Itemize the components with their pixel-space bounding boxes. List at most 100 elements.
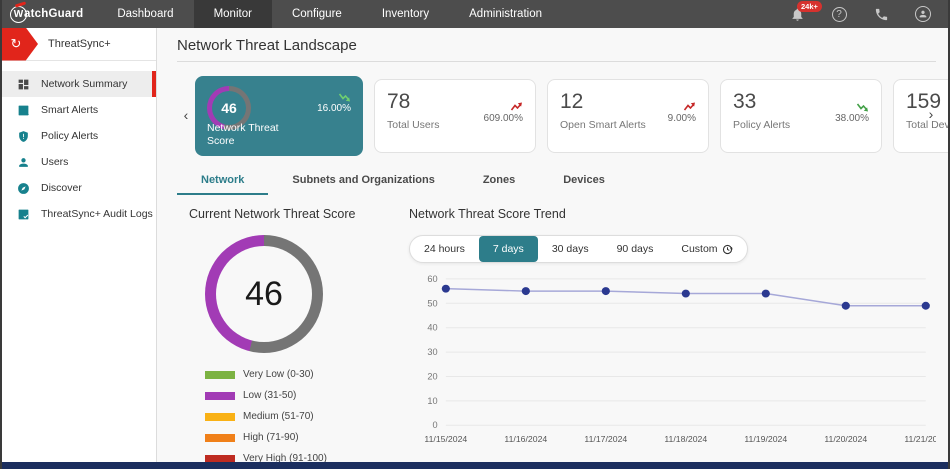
footer-bar [2,462,948,469]
card-trend: 609.00% [484,102,523,124]
sidebar-item-discover[interactable]: Discover [2,175,156,201]
y-tick-label: 0 [433,420,438,430]
range-7-days[interactable]: 7 days [478,236,538,262]
y-tick-label: 30 [427,347,437,357]
tab-zones[interactable]: Zones [459,174,539,195]
sidebar-item-label: Policy Alerts [41,130,99,142]
tab-devices[interactable]: Devices [539,174,629,195]
card-total-users[interactable]: 78 609.00% Total Users [374,79,536,153]
y-tick-label: 10 [427,396,437,406]
legend-swatch [205,433,235,442]
sidebar-item-label: Discover [41,182,82,194]
range-custom[interactable]: Custom [667,236,746,262]
watchguard-logo-circle: W [10,0,27,23]
metric-carousel: ‹ 46 16.00% Network Threat Score 78 609.… [177,68,948,162]
metric-cards: 46 16.00% Network Threat Score 78 609.00… [195,74,948,156]
sidebar-item-label: ThreatSync+ Audit Logs [41,208,153,220]
card-title: Network Threat Score [207,121,279,147]
sidebar-item-smart-alerts[interactable]: Smart Alerts [2,97,156,123]
x-tick-label: 11/21/2024 [904,434,936,444]
x-tick-label: 11/20/2024 [824,434,867,444]
main-content: Network Threat Landscape ‹ 46 16.00% Net… [157,28,948,462]
x-tick-label: 11/15/2024 [424,434,467,444]
card-trend: 9.00% [668,102,696,124]
range-24-hours[interactable]: 24 hours [410,236,479,262]
help-icon: ? [831,6,847,22]
threatsync-header: ↻ ThreatSync+ [2,27,156,61]
sidebar-item-audit-logs[interactable]: ThreatSync+ Audit Logs [2,201,156,227]
phone-icon [875,8,887,20]
clock-history-icon [722,244,733,254]
gauge-legend: Very Low (0-30) Low (31-50) Medium (51-7… [189,369,409,462]
carousel-next-button[interactable]: › [922,106,940,122]
page-header: Network Threat Landscape [177,28,936,62]
threat-score-gauge: 46 [205,235,323,353]
trend-point [601,287,610,296]
trend-point [921,301,930,310]
y-tick-label: 40 [427,323,437,333]
user-icon [16,155,31,170]
sidebar-item-label: Users [41,156,69,168]
sidebar-item-label: Smart Alerts [41,104,99,116]
carousel-prev-button[interactable]: ‹ [177,107,195,123]
trend-down-icon [338,93,350,102]
compass-icon [16,181,31,196]
x-tick-label: 11/19/2024 [744,434,787,444]
legend-item: Medium (51-70) [205,411,409,422]
support-button[interactable] [872,5,890,23]
sidebar: ↻ ThreatSync+ Network Summary Smart Aler… [2,27,157,462]
trend-point [841,301,850,310]
gauge-value: 46 [216,246,312,342]
current-threat-score-section: Current Network Threat Score 46 Very Low… [177,207,409,462]
trend-title: Network Threat Score Trend [409,207,566,221]
page-title: Network Threat Landscape [177,37,357,54]
notifications-badge: 24k+ [797,1,822,12]
help-button[interactable]: ? [830,5,848,23]
card-open-smart-alerts[interactable]: 12 9.00% Open Smart Alerts [547,79,709,153]
audit-log-icon [16,207,31,222]
tab-network[interactable]: Network [177,174,269,195]
tab-subnets-and-organizations[interactable]: Subnets and Organizations [268,174,458,195]
legend-swatch [205,370,235,379]
range-90-days[interactable]: 90 days [603,236,668,262]
logo-swoosh [14,0,27,8]
y-tick-label: 50 [427,298,437,308]
card-network-threat-score[interactable]: 46 16.00% Network Threat Score [195,76,363,156]
trend-chart-container: 0 10 20 30 40 50 60 11/15/2024 11/16/2024 11/17/2… [409,271,936,449]
account-icon [915,6,931,22]
sidebar-item-network-summary[interactable]: Network Summary [2,71,156,97]
legend-swatch [205,454,235,462]
card-trend: 16.00% [317,92,351,114]
card-policy-alerts[interactable]: 33 38.00% Policy Alerts [720,79,882,153]
sidebar-item-users[interactable]: Users [2,149,156,175]
smart-alerts-icon [16,103,31,118]
dashboard-grid-icon [16,77,31,92]
trend-point [681,289,690,298]
range-30-days[interactable]: 30 days [538,236,603,262]
legend-item: High (71-90) [205,432,409,443]
nav-configure[interactable]: Configure [272,0,362,28]
nav-monitor[interactable]: Monitor [193,0,272,28]
threat-score-trend-chart: 0 10 20 30 40 50 60 11/15/2024 11/16/2024 11/17/2… [424,274,936,444]
legend-swatch [205,412,235,421]
app-window: W atchGuard Dashboard Monitor Configure … [0,0,950,469]
account-button[interactable] [914,5,932,23]
x-tick-label: 11/18/2024 [664,434,707,444]
nav-administration[interactable]: Administration [449,0,562,28]
trend-down-icon [856,103,868,112]
nav-dashboard[interactable]: Dashboard [97,0,193,28]
legend-item: Very High (91-100) [205,453,409,462]
sidebar-item-policy-alerts[interactable]: Policy Alerts [2,123,156,149]
top-navigation: W atchGuard Dashboard Monitor Configure … [2,0,948,28]
threat-score-trend-section: Network Threat Score Trend 24 hours 7 da… [409,207,948,462]
watchguard-logo[interactable]: W atchGuard [2,0,97,23]
x-tick-label: 11/17/2024 [584,434,627,444]
trend-point [521,287,530,296]
legend-swatch [205,391,235,400]
mini-gauge-value: 46 [212,91,246,125]
nav-inventory[interactable]: Inventory [362,0,449,28]
legend-item: Low (31-50) [205,390,409,401]
notifications-button[interactable]: 24k+ [788,1,822,23]
gauge-title: Current Network Threat Score [189,207,356,221]
app-label: ThreatSync+ [48,38,111,50]
